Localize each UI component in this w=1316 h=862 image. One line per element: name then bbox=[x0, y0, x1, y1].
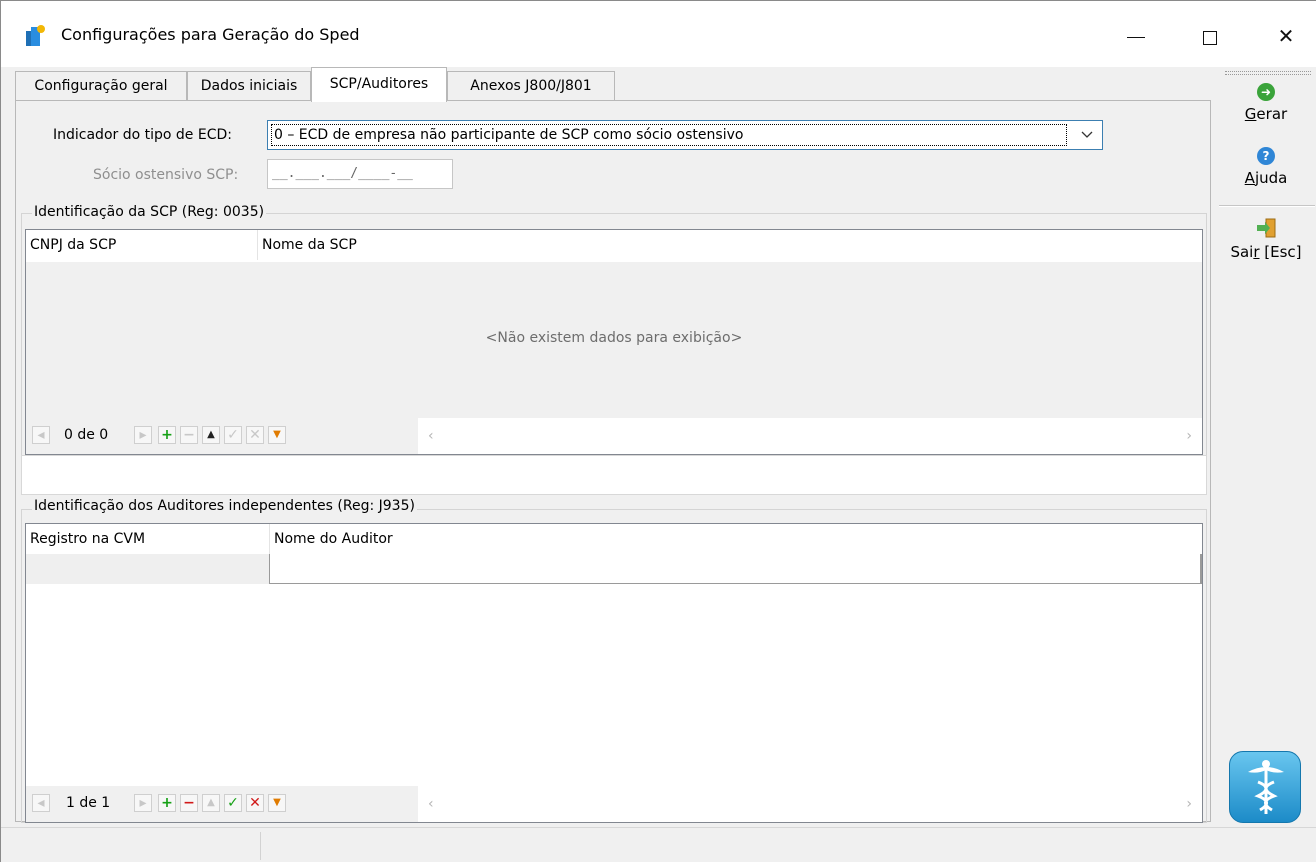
confirm-record-button[interactable]: ✓ bbox=[224, 794, 242, 812]
auditores-grid-row[interactable] bbox=[26, 554, 1202, 584]
scroll-right-icon[interactable]: › bbox=[1186, 796, 1192, 812]
exit-door-icon bbox=[1257, 218, 1276, 238]
sidebar-separator bbox=[1219, 205, 1315, 207]
auditores-grid-navigator: ◂ 1 de 1 ▸ + − ▲ ✓ ✕ ▼ ‹ › bbox=[26, 786, 1202, 822]
ecd-type-value: 0 – ECD de empresa não participante de S… bbox=[271, 124, 1067, 146]
socio-ostensivo-label: Sócio ostensivo SCP: bbox=[93, 167, 239, 183]
confirm-record-button[interactable]: ✓ bbox=[224, 426, 242, 444]
gerar-label: Gerar bbox=[1244, 105, 1288, 123]
scp-grid: CNPJ da SCP Nome da SCP <Não existem dad… bbox=[25, 229, 1203, 455]
auditores-grid-header: Registro na CVM Nome do Auditor bbox=[26, 524, 1202, 554]
scp-grid-body: <Não existem dados para exibição> bbox=[26, 262, 1202, 418]
socio-ostensivo-input[interactable]: __.___.___/____-__ bbox=[267, 159, 453, 189]
nome-auditor-cell[interactable] bbox=[270, 554, 1202, 584]
move-up-button[interactable]: ▲ bbox=[202, 794, 220, 812]
scp-horizontal-scrollbar[interactable]: ‹ › bbox=[418, 418, 1202, 454]
caduceus-logo bbox=[1229, 751, 1301, 823]
previous-record-button[interactable]: ◂ bbox=[32, 426, 50, 444]
gerar-button[interactable]: ➜ Gerar bbox=[1215, 83, 1316, 123]
ajuda-label: Ajuda bbox=[1244, 169, 1288, 187]
move-up-button[interactable]: ▲ bbox=[202, 426, 220, 444]
arrow-right-icon: ➜ bbox=[1257, 83, 1275, 101]
registro-cvm-cell[interactable] bbox=[26, 554, 270, 584]
ecd-type-label: Indicador do tipo de ECD: bbox=[53, 127, 232, 143]
minimize-button[interactable] bbox=[1113, 19, 1159, 53]
scp-spacer-area bbox=[21, 455, 1207, 495]
tab-configuracao-geral[interactable]: Configuração geral bbox=[15, 71, 187, 101]
empty-data-message: <Não existem dados para exibição> bbox=[485, 330, 743, 346]
tab-scp-auditores[interactable]: SCP/Auditores bbox=[311, 67, 447, 102]
close-icon: ✕ bbox=[1277, 24, 1295, 48]
column-header-cnpj-scp[interactable]: CNPJ da SCP bbox=[26, 230, 258, 260]
sped-config-window: Configurações para Geração do Sped ✕ Con… bbox=[0, 0, 1316, 862]
title-bar: Configurações para Geração do Sped ✕ bbox=[1, 1, 1316, 67]
auditores-grid: Registro na CVM Nome do Auditor ◂ 1 de 1… bbox=[25, 523, 1203, 823]
add-record-button[interactable]: + bbox=[158, 794, 176, 812]
column-header-nome-auditor[interactable]: Nome do Auditor bbox=[270, 524, 1202, 554]
sair-button[interactable]: Sair [Esc] bbox=[1215, 217, 1316, 261]
maximize-button[interactable] bbox=[1187, 19, 1233, 53]
auditores-group-title: Identificação dos Auditores independente… bbox=[32, 498, 417, 514]
status-panel bbox=[1, 832, 261, 860]
maximize-icon bbox=[1203, 30, 1217, 45]
chevron-down-icon[interactable] bbox=[1072, 121, 1102, 149]
scroll-left-icon[interactable]: ‹ bbox=[428, 428, 434, 444]
column-header-nome-scp[interactable]: Nome da SCP bbox=[258, 230, 1202, 260]
delete-record-button[interactable]: − bbox=[180, 426, 198, 444]
scp-record-count: 0 de 0 bbox=[64, 427, 109, 443]
delete-record-button[interactable]: − bbox=[180, 794, 198, 812]
next-record-button[interactable]: ▸ bbox=[134, 426, 152, 444]
ajuda-button[interactable]: ? Ajuda bbox=[1215, 147, 1316, 187]
toolbar-grip[interactable] bbox=[1225, 71, 1311, 75]
column-header-registro-cvm[interactable]: Registro na CVM bbox=[26, 524, 270, 554]
sped-app-icon bbox=[26, 25, 45, 46]
add-record-button[interactable]: + bbox=[158, 426, 176, 444]
tab-dados-iniciais[interactable]: Dados iniciais bbox=[187, 71, 311, 101]
ecd-type-select[interactable]: 0 – ECD de empresa não participante de S… bbox=[267, 120, 1103, 150]
sair-label: Sair [Esc] bbox=[1230, 243, 1302, 261]
scroll-left-icon[interactable]: ‹ bbox=[428, 796, 434, 812]
window-title: Configurações para Geração do Sped bbox=[61, 25, 360, 44]
next-record-button[interactable]: ▸ bbox=[134, 794, 152, 812]
cancel-record-button[interactable]: ✕ bbox=[246, 426, 264, 444]
help-icon: ? bbox=[1257, 147, 1275, 165]
status-bar bbox=[1, 827, 1316, 862]
filter-button[interactable]: ▼ bbox=[268, 794, 286, 812]
scp-grid-header: CNPJ da SCP Nome da SCP bbox=[26, 230, 1202, 260]
minimize-icon bbox=[1127, 37, 1145, 38]
action-sidebar: ➜ Gerar ? Ajuda Sair [Esc] bbox=[1215, 67, 1316, 827]
auditores-horizontal-scrollbar[interactable]: ‹ › bbox=[418, 786, 1202, 822]
scp-grid-navigator: ◂ 0 de 0 ▸ + − ▲ ✓ ✕ ▼ ‹ › bbox=[26, 418, 1202, 454]
tab-anexos-j800-j801[interactable]: Anexos J800/J801 bbox=[447, 71, 615, 101]
auditores-grid-body bbox=[26, 584, 1202, 784]
scroll-right-icon[interactable]: › bbox=[1186, 428, 1192, 444]
previous-record-button[interactable]: ◂ bbox=[32, 794, 50, 812]
caduceus-icon bbox=[1248, 760, 1284, 814]
filter-button[interactable]: ▼ bbox=[268, 426, 286, 444]
cancel-record-button[interactable]: ✕ bbox=[246, 794, 264, 812]
close-button[interactable]: ✕ bbox=[1263, 19, 1309, 53]
auditores-record-count: 1 de 1 bbox=[66, 795, 111, 811]
scp-group-title: Identificação da SCP (Reg: 0035) bbox=[32, 204, 267, 220]
